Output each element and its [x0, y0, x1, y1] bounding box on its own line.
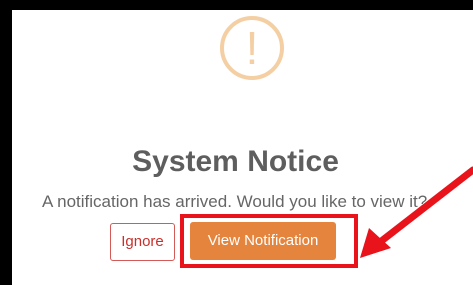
exclamation-circle-icon: !: [220, 16, 284, 80]
ignore-button[interactable]: Ignore: [110, 223, 175, 261]
exclamation-mark: !: [245, 22, 259, 74]
dialog-message: A notification has arrived. Would you li…: [42, 192, 428, 211]
dialog-title: System Notice: [132, 145, 339, 178]
view-notification-button[interactable]: View Notification: [190, 222, 336, 260]
